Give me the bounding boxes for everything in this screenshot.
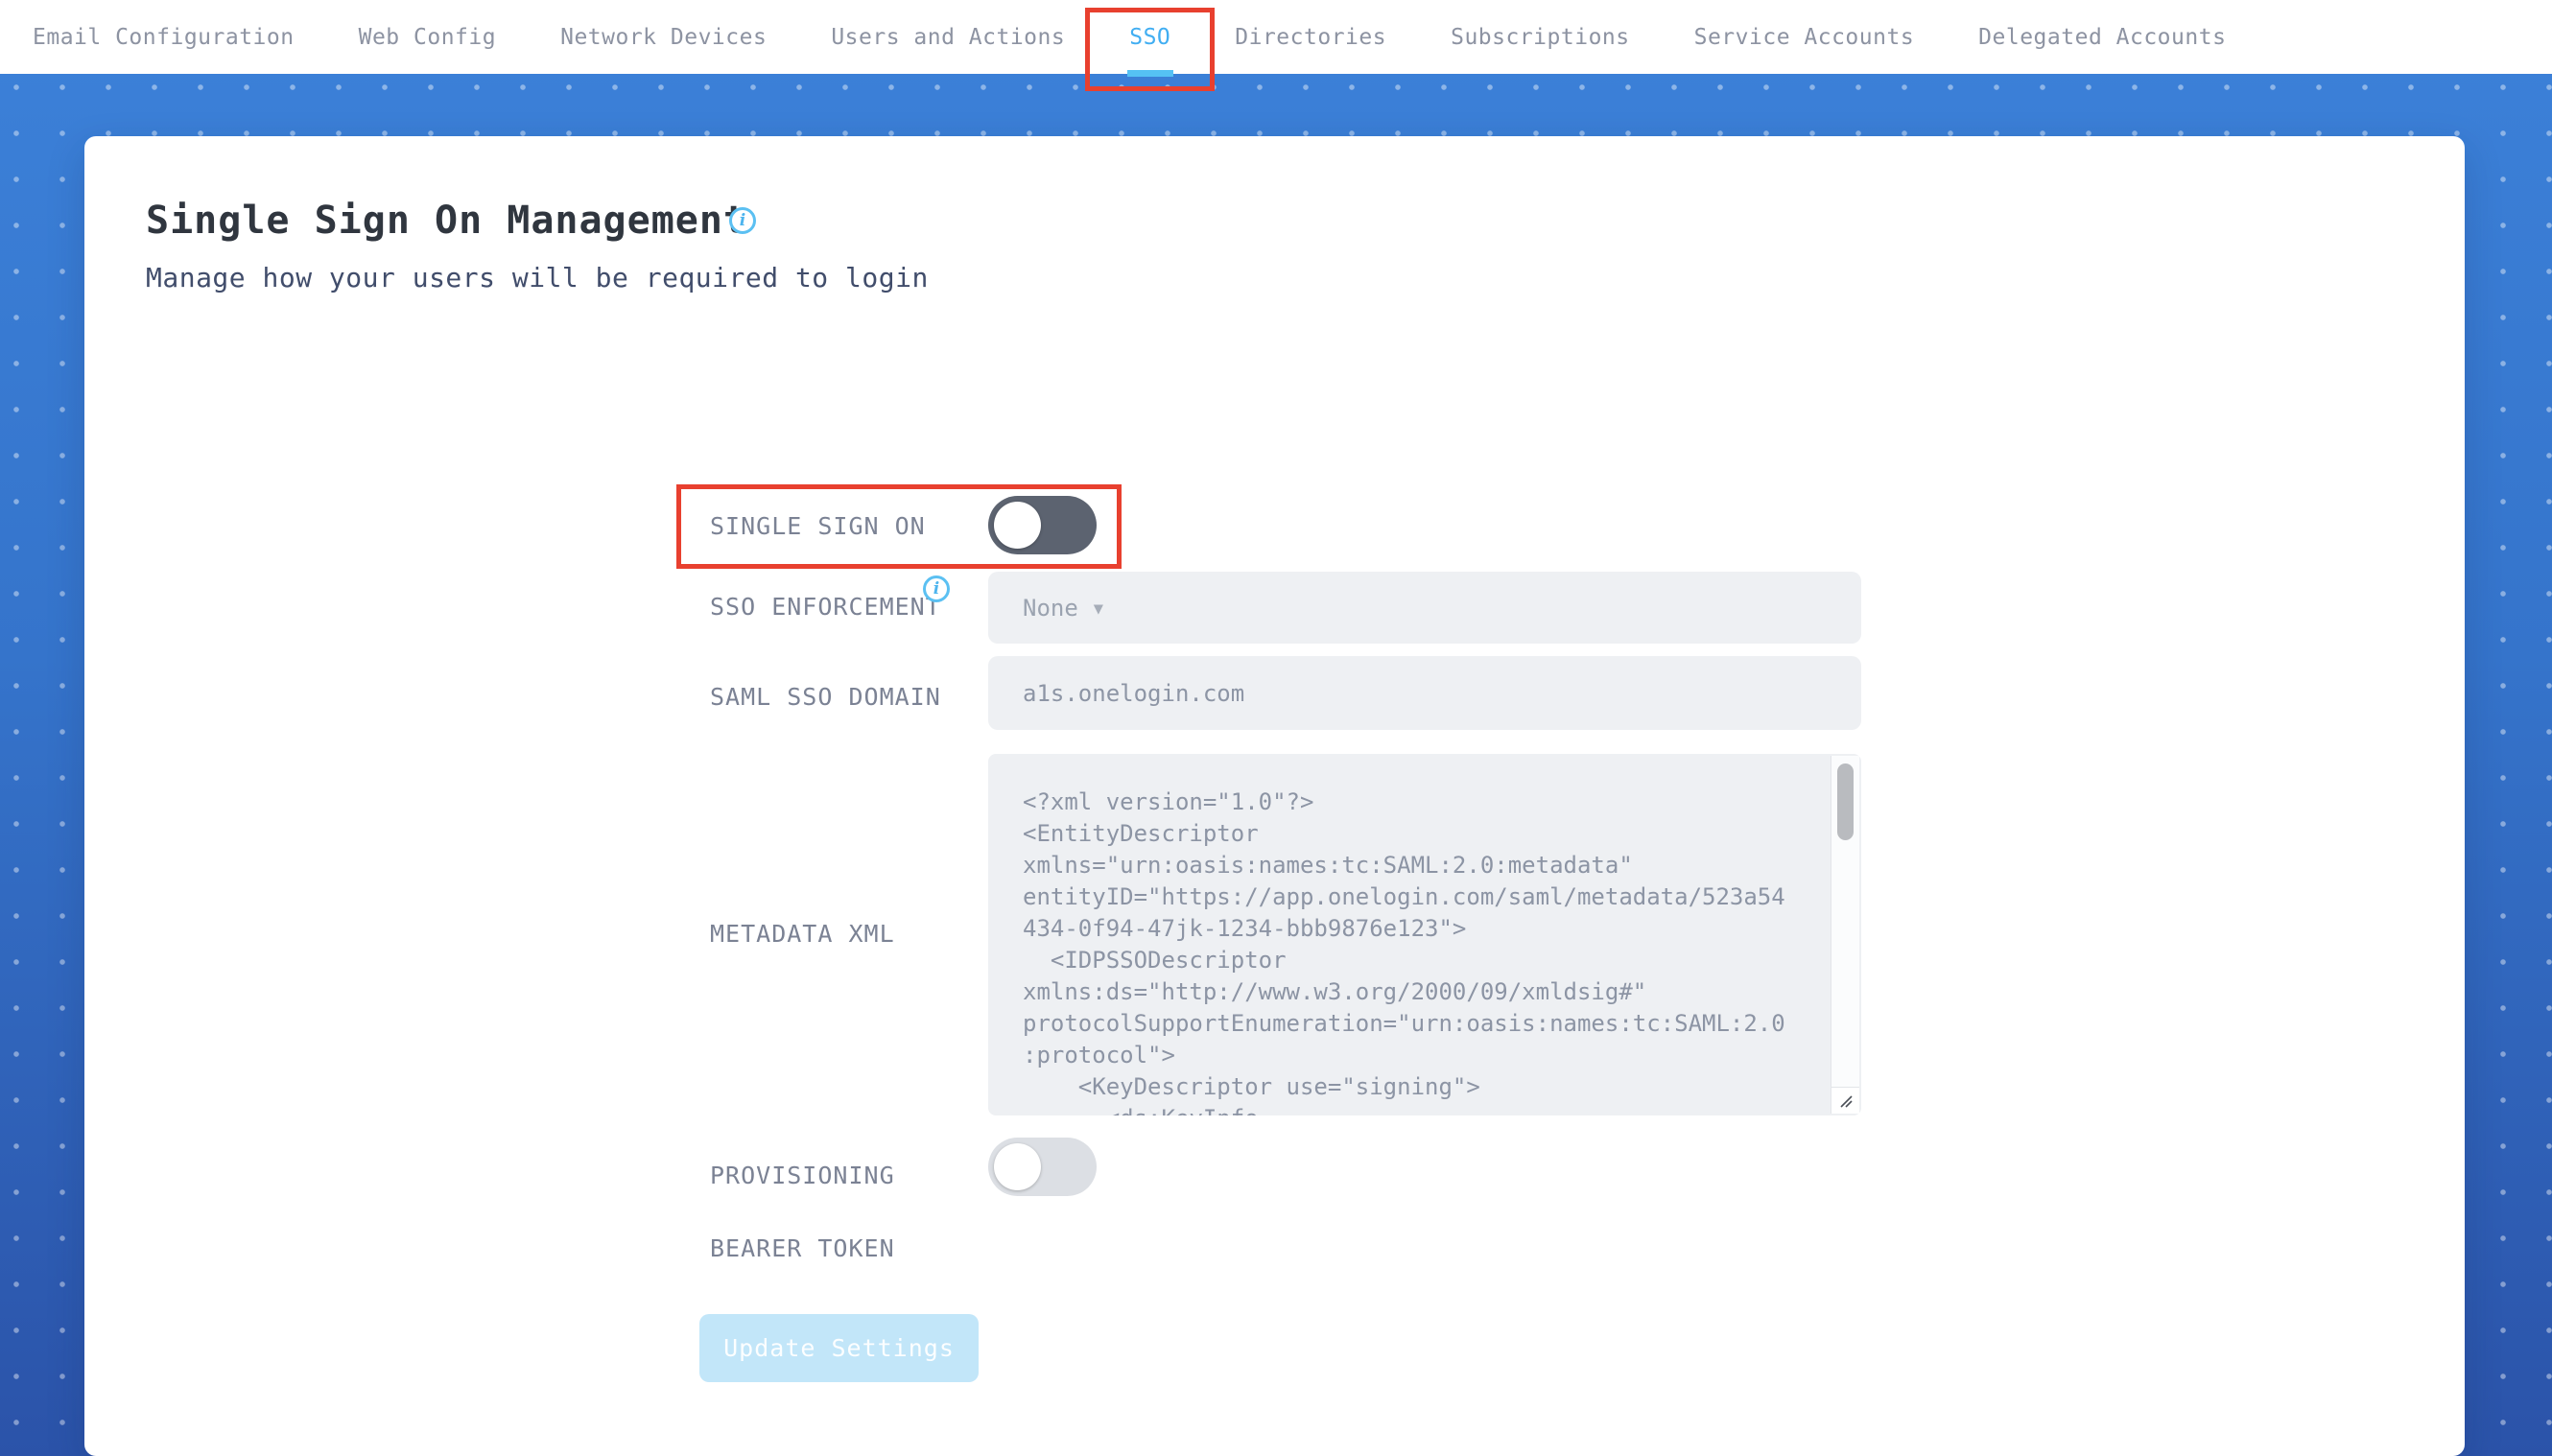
sso-enforcement-label: SSO ENFORCEMENT [710,593,941,621]
metadata-xml-value: <?xml version="1.0"?> <EntityDescriptor … [1023,788,1785,1115]
tab-directories[interactable]: Directories [1235,0,1386,74]
tab-label: Service Accounts [1693,24,1915,50]
single-sign-on-label: SINGLE SIGN ON [710,512,926,540]
provisioning-label: PROVISIONING [710,1162,895,1189]
tab-delegated-accounts[interactable]: Delegated Accounts [1978,0,2226,74]
tab-users-and-actions[interactable]: Users and Actions [831,0,1065,74]
metadata-xml-textarea[interactable]: <?xml version="1.0"?> <EntityDescriptor … [988,754,1861,1115]
tab-label: Network Devices [560,24,768,50]
single-sign-on-toggle[interactable] [988,496,1097,554]
metadata-xml-label: METADATA XML [710,920,895,948]
saml-sso-domain-input[interactable]: a1s.onelogin.com [988,656,1861,730]
top-nav: Email Configuration Web Config Network D… [0,0,2552,91]
title-info-icon[interactable]: i [729,207,756,234]
toggle-knob [994,502,1041,549]
sso-enforcement-value: None [1023,594,1078,622]
tab-web-config[interactable]: Web Config [359,0,496,74]
tab-label: Email Configuration [33,24,295,50]
saml-sso-domain-label: SAML SSO DOMAIN [710,683,941,711]
tab-sso[interactable]: SSO [1085,0,1216,91]
tab-label: Subscriptions [1451,24,1630,50]
sso-settings-card: Single Sign On Management i Manage how y… [84,136,2465,1456]
provisioning-toggle[interactable] [988,1138,1097,1196]
scrollbar-thumb[interactable] [1837,763,1854,840]
tab-network-devices[interactable]: Network Devices [560,0,767,74]
tab-label: Web Config [358,24,497,50]
tab-service-accounts[interactable]: Service Accounts [1694,0,1915,74]
page-title: Single Sign On Management [146,199,748,243]
tab-label: SSO [1129,24,1171,50]
textarea-resize-handle[interactable] [1831,1087,1859,1114]
tab-email-configuration[interactable]: Email Configuration [33,0,295,74]
saml-sso-domain-value: a1s.onelogin.com [1023,679,1245,707]
sso-enforcement-info-icon[interactable]: i [923,575,950,602]
chevron-down-icon: ▼ [1093,599,1104,619]
resize-grip-icon [1839,1094,1853,1108]
sso-enforcement-dropdown[interactable]: None ▼ [988,572,1861,644]
bearer-token-label: BEARER TOKEN [710,1234,895,1262]
page-subtitle: Manage how your users will be required t… [146,262,929,294]
tab-label: Directories [1235,24,1387,50]
tab-label: Users and Actions [831,24,1066,50]
toggle-knob [994,1143,1041,1190]
textarea-scrollbar[interactable] [1831,756,1859,1087]
tab-subscriptions[interactable]: Subscriptions [1451,0,1630,74]
active-tab-underline [1126,70,1173,77]
tab-label: Delegated Accounts [1978,24,2227,50]
update-settings-button[interactable]: Update Settings [699,1314,979,1382]
